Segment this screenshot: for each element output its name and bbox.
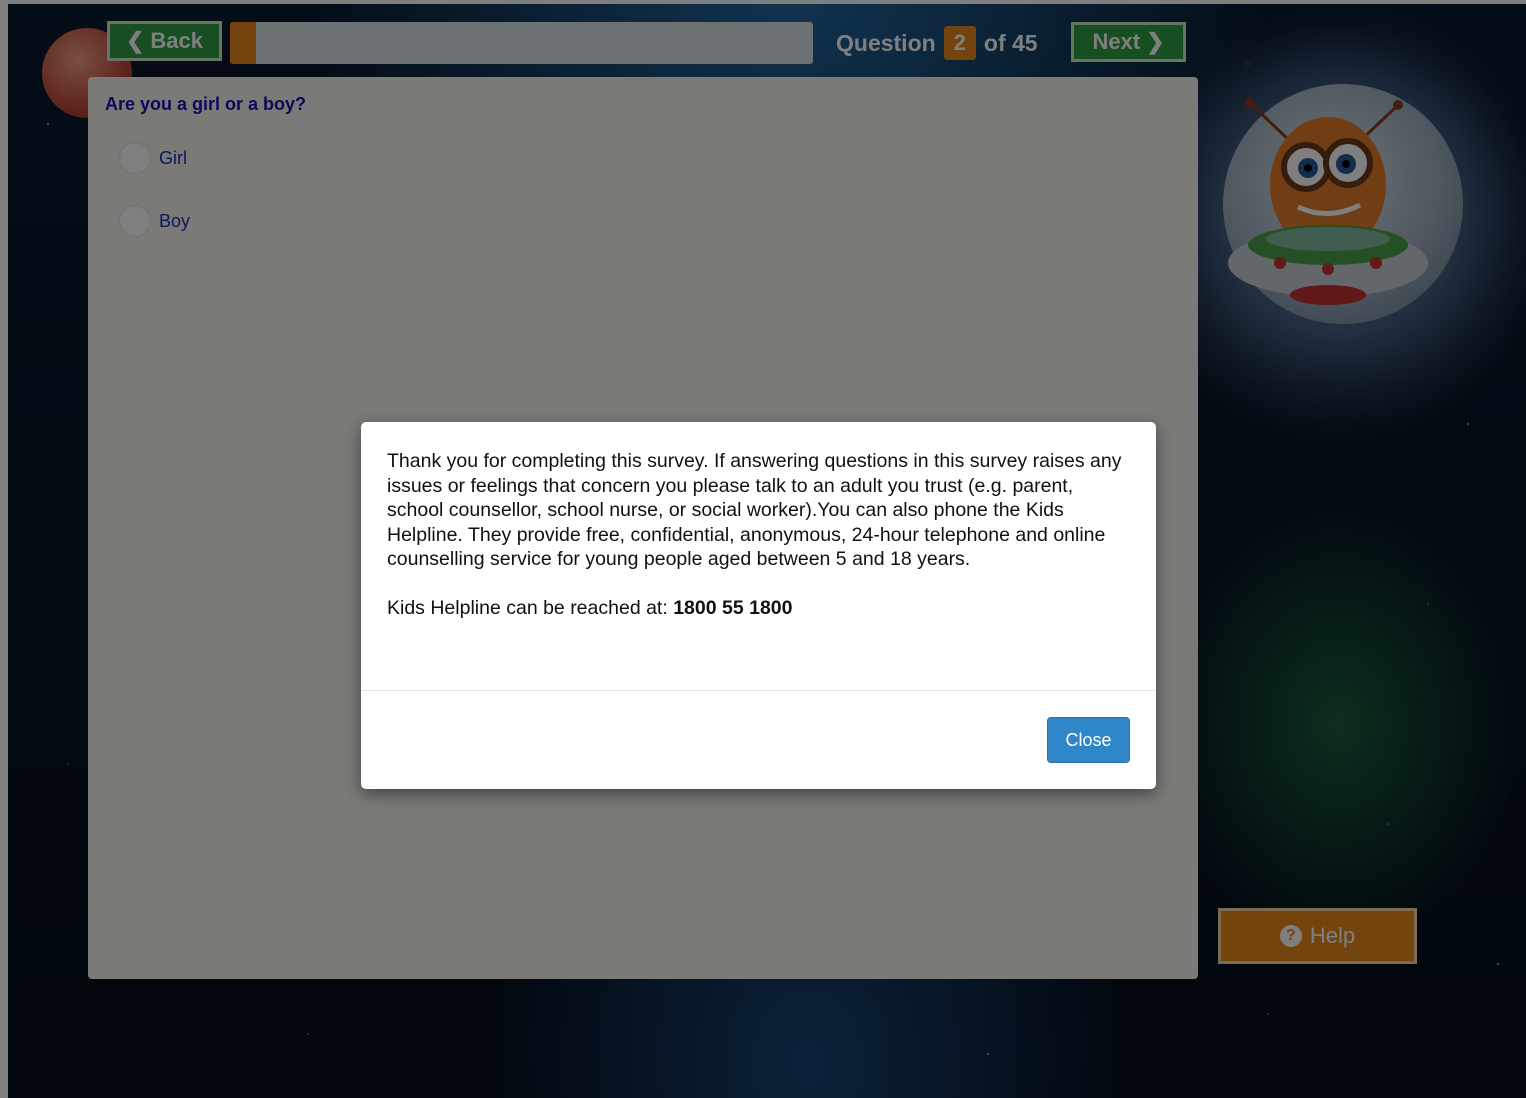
- close-button[interactable]: Close: [1047, 717, 1130, 763]
- helpline-line: Kids Helpline can be reached at: 1800 55…: [387, 596, 1132, 621]
- helpline-number: 1800 55 1800: [673, 596, 793, 619]
- helpline-prefix: Kids Helpline can be reached at:: [387, 596, 668, 619]
- dialog-message: Thank you for completing this survey. If…: [387, 450, 1122, 570]
- dialog-divider: [361, 690, 1156, 691]
- dialog-body: Thank you for completing this survey. If…: [387, 449, 1132, 620]
- completion-dialog: Thank you for completing this survey. If…: [361, 422, 1156, 789]
